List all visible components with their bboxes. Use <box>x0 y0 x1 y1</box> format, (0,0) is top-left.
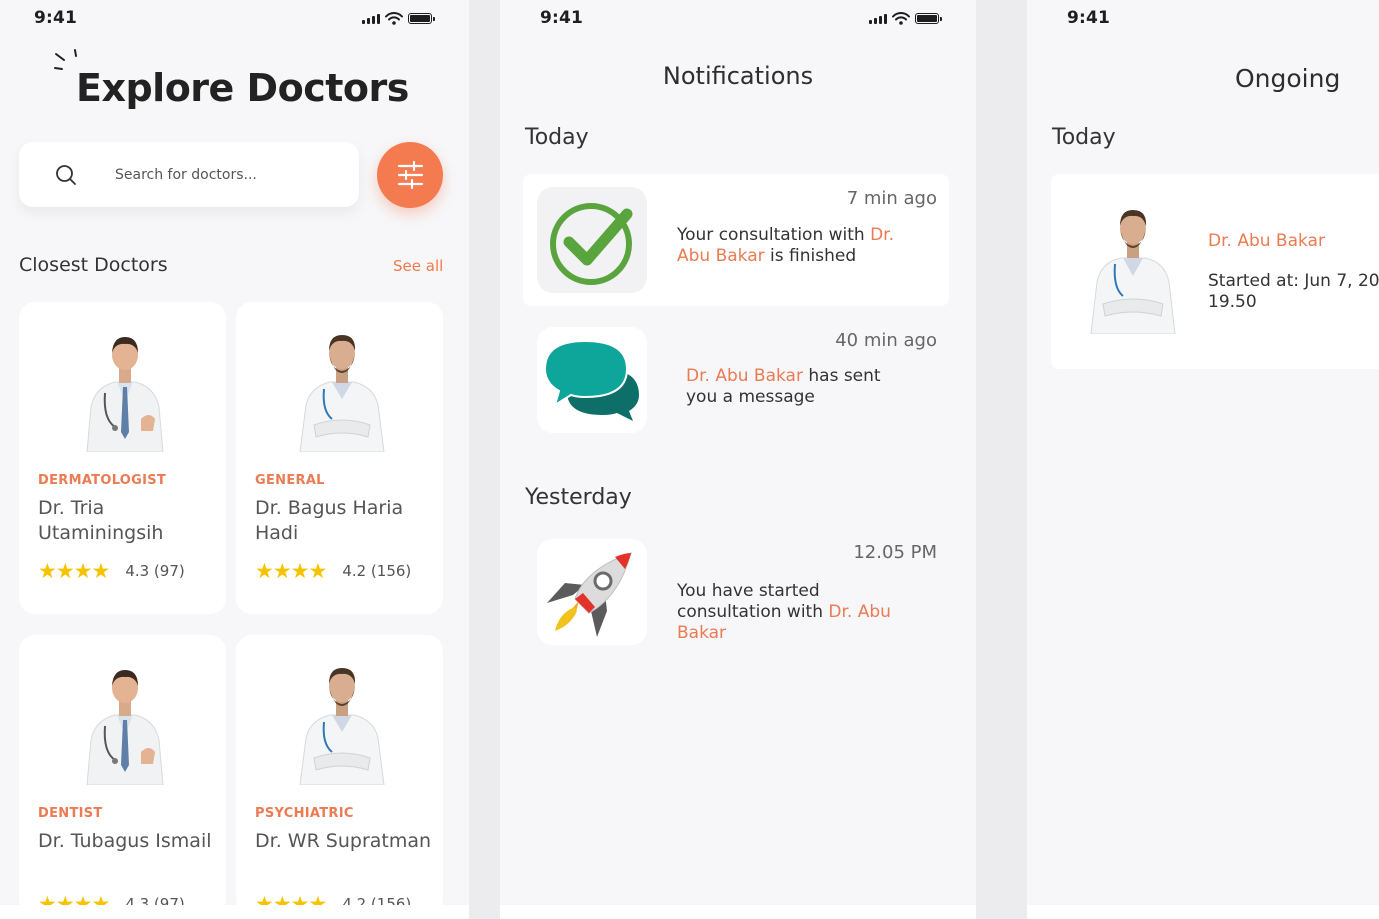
search-input[interactable] <box>115 162 335 188</box>
star-rating-icon: ★★★★ <box>38 559 110 583</box>
bottom-bar <box>1027 905 1379 919</box>
bottom-bar <box>500 905 976 919</box>
doctor-card[interactable]: PSYCHIATRIC Dr. WR Supratman ★★★★ 4.2 (1… <box>236 635 443 915</box>
search-icon <box>56 165 76 185</box>
notification-item[interactable]: 12.05 PM You have started consultation w… <box>523 526 949 656</box>
rating-value: 4.2 (156) <box>342 562 412 580</box>
search-bar[interactable] <box>19 142 359 207</box>
doctor-name: Dr. WR Supratman <box>255 830 432 852</box>
doctor-card[interactable]: GENERAL Dr. Bagus Haria Hadi ★★★★ 4.2 (1… <box>236 302 443 614</box>
notification-message: Your consultation with Dr. Abu Bakar is … <box>677 225 897 267</box>
message-text: You have started consultation with <box>677 581 829 622</box>
doctor-specialty: PSYCHIATRIC <box>255 806 354 821</box>
notification-time: 40 min ago <box>835 330 937 351</box>
rating-value: 4.3 (97) <box>125 562 185 580</box>
notification-message: You have started consultation with Dr. A… <box>677 581 897 644</box>
status-time: 9:41 <box>540 8 584 28</box>
doctor-card[interactable]: DENTIST Dr. Tubagus Ismail ★★★★ 4.3 (97) <box>19 635 226 915</box>
sliders-icon <box>397 161 424 189</box>
doctor-rating: ★★★★ 4.2 (156) <box>255 559 412 583</box>
star-rating-icon: ★★★★ <box>255 559 327 583</box>
battery-icon <box>408 13 435 24</box>
doctor-specialty: DENTIST <box>38 806 103 821</box>
notification-icon-box <box>537 327 647 433</box>
notification-icon-box <box>537 539 647 645</box>
message-text: is finished <box>764 246 857 266</box>
signal-icon <box>869 13 887 24</box>
doctor-name: Dr. Tubagus Ismail <box>38 830 212 852</box>
page-title: Explore Doctors <box>76 66 409 110</box>
started-at-text: Started at: Jun 7, 202 19.50 <box>1208 271 1379 313</box>
page-title: Notifications <box>662 62 814 90</box>
doctor-specialty: GENERAL <box>255 473 325 488</box>
check-icon <box>550 203 633 285</box>
doctor-card[interactable]: DERMATOLOGIST Dr. Tria Utaminingsih ★★★★… <box>19 302 226 614</box>
notification-item[interactable]: 7 min ago Your consultation with Dr. Abu… <box>523 174 949 306</box>
doctor-rating: ★★★★ 4.3 (97) <box>38 559 185 583</box>
bottom-bar <box>0 905 469 919</box>
doctor-photo <box>274 327 410 452</box>
started-time: 19.50 <box>1208 292 1257 312</box>
doctor-photo <box>1085 204 1181 334</box>
doctor-link[interactable]: Dr. Abu Bakar <box>686 366 803 386</box>
group-label-yesterday: Yesterday <box>525 485 632 510</box>
battery-icon <box>915 13 942 24</box>
signal-icon <box>362 13 380 24</box>
explore-doctors-screen: 9:41 Explore Doctors Closest Doctors See… <box>0 0 469 919</box>
notifications-screen: 9:41 Notifications Today 7 min ago Your … <box>500 0 976 919</box>
see-all-link[interactable]: See all <box>393 257 443 275</box>
doctor-link[interactable]: Dr. Abu Bakar <box>1208 231 1325 251</box>
group-label-today: Today <box>525 125 589 150</box>
status-time: 9:41 <box>1067 8 1111 28</box>
chat-bubble-icon <box>543 339 639 421</box>
message-text: Your consultation with <box>677 225 871 245</box>
status-icons <box>362 12 435 25</box>
rocket-icon <box>547 552 632 637</box>
doctor-name: Dr. Bagus Haria Hadi <box>255 497 404 544</box>
ongoing-consultation-card[interactable]: 7 Dr. Abu Bakar Started at: Jun 7, 20219… <box>1051 174 1379 369</box>
filter-button[interactable] <box>377 142 443 208</box>
section-title: Closest Doctors <box>19 254 168 276</box>
doctor-specialty: DERMATOLOGIST <box>38 473 167 488</box>
started-date: Started at: Jun 7, 202 <box>1208 271 1379 291</box>
doctor-name: Dr. Tria Utaminingsih <box>38 497 164 544</box>
doctor-photo <box>274 660 410 785</box>
group-label-today: Today <box>1052 125 1116 150</box>
wifi-icon <box>892 12 910 25</box>
page-title: Ongoing <box>1235 64 1341 93</box>
notification-time: 7 min ago <box>846 188 937 209</box>
notification-time: 12.05 PM <box>853 542 937 563</box>
status-icons <box>869 12 942 25</box>
notification-message: Dr. Abu Bakar has sent you a message <box>686 366 906 408</box>
doctor-photo <box>57 327 193 452</box>
notification-icon-box <box>537 187 647 293</box>
wifi-icon <box>385 12 403 25</box>
notification-item[interactable]: 40 min ago Dr. Abu Bakar has sent you a … <box>523 314 949 444</box>
doctor-photo <box>57 660 193 785</box>
status-time: 9:41 <box>34 8 78 28</box>
ongoing-screen: 9:41 Ongoing Today 7 Dr. Abu Bakar Start… <box>1027 0 1379 919</box>
